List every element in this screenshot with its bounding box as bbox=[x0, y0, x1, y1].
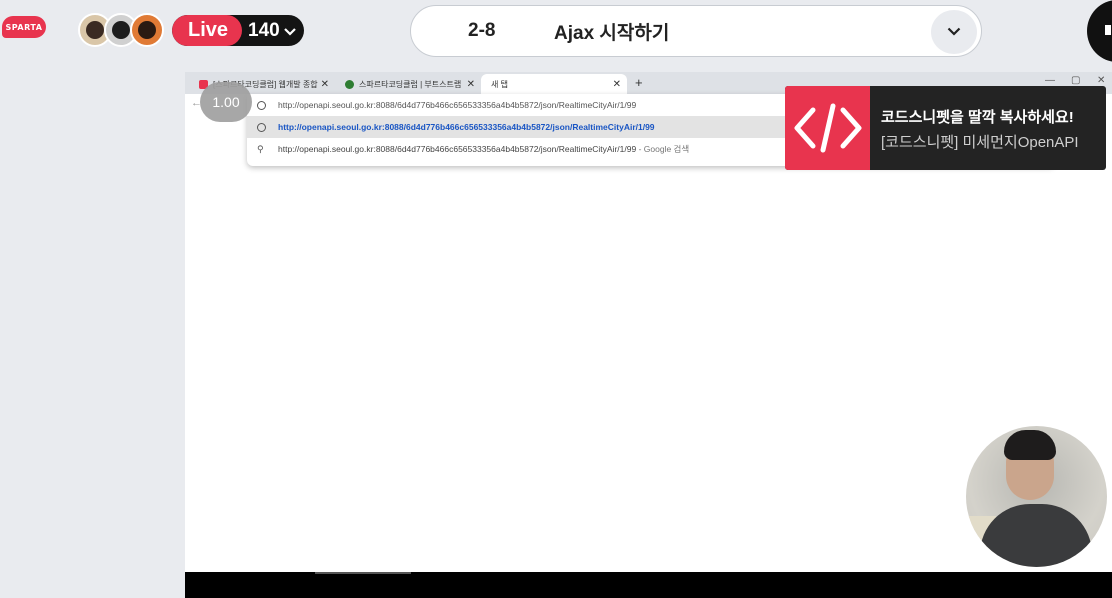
taskbar-indicator bbox=[315, 572, 411, 574]
viewer-count: 140 bbox=[248, 20, 296, 42]
instructor-webcam bbox=[966, 426, 1107, 567]
search-suffix: - Google 검색 bbox=[636, 144, 690, 154]
new-tab-icon[interactable]: + bbox=[635, 75, 643, 90]
zoom-level-badge: 1.00 bbox=[200, 82, 252, 122]
sparta-logo: SPARTA bbox=[2, 16, 46, 38]
tab-label: 새 탭 bbox=[491, 79, 508, 89]
toast-headline: 코드스니펫을 딸깍 복사하세요! bbox=[881, 109, 1074, 126]
lesson-title: Ajax 시작하기 bbox=[554, 22, 670, 44]
close-icon[interactable]: ✕ bbox=[613, 79, 621, 90]
code-brackets-icon bbox=[785, 86, 870, 170]
address-input[interactable]: http://openapi.seoul.go.kr:8088/6d4d776b… bbox=[278, 100, 636, 110]
globe-icon bbox=[257, 122, 266, 132]
close-icon[interactable]: ✕ bbox=[321, 79, 329, 90]
minimize-icon[interactable]: — bbox=[1045, 75, 1055, 86]
webcam-person-body bbox=[980, 504, 1092, 567]
search-query: http://openapi.seoul.go.kr:8088/6d4d776b… bbox=[278, 144, 637, 154]
tab-favicon bbox=[345, 79, 354, 89]
viewer-count-value: 140 bbox=[248, 19, 280, 41]
taskbar bbox=[185, 572, 1112, 598]
lesson-selector[interactable]: 2-8 Ajax 시작하기 bbox=[410, 5, 982, 57]
lesson-dropdown-button[interactable] bbox=[931, 10, 977, 54]
tab-label: 스파르타코딩클럽 | 부트스트랩 bbox=[359, 79, 462, 89]
browser-tab-active[interactable]: 새 탭 ✕ bbox=[481, 74, 627, 94]
browser-tab[interactable]: 스파르타코딩클럽 | 부트스트랩 ✕ bbox=[335, 74, 481, 94]
chevron-down-icon bbox=[947, 23, 961, 41]
globe-icon bbox=[257, 100, 266, 110]
profile-button[interactable] bbox=[1087, 0, 1112, 62]
lesson-number: 2-8 bbox=[468, 20, 496, 41]
live-badge: Live bbox=[172, 15, 243, 46]
close-window-icon[interactable]: ✕ bbox=[1097, 75, 1105, 86]
suggestion-search: http://openapi.seoul.go.kr:8088/6d4d776b… bbox=[278, 143, 689, 155]
profile-icon bbox=[1105, 25, 1111, 35]
toast-subtitle: [코드스니펫] 미세먼지OpenAPI bbox=[881, 134, 1079, 151]
suggestion-url: http://openapi.seoul.go.kr:8088/6d4d776b… bbox=[278, 122, 655, 132]
webcam-person-hair bbox=[1004, 430, 1056, 460]
viewer-avatar bbox=[130, 13, 164, 47]
viewer-avatars[interactable] bbox=[78, 13, 164, 47]
maximize-icon[interactable]: ▢ bbox=[1071, 75, 1080, 86]
close-icon[interactable]: ✕ bbox=[467, 79, 475, 90]
code-snippet-toast[interactable]: 코드스니펫을 딸깍 복사하세요! [코드스니펫] 미세먼지OpenAPI bbox=[785, 86, 1106, 170]
live-viewer-toggle[interactable]: Live 140 bbox=[172, 15, 304, 46]
chevron-down-icon bbox=[283, 23, 296, 39]
search-icon: ⚲ bbox=[257, 143, 264, 154]
